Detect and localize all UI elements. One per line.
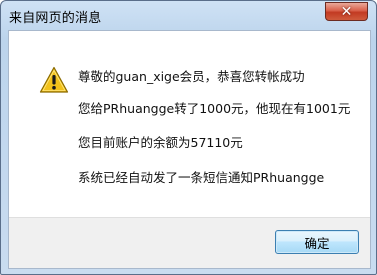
- close-icon: ✕: [340, 3, 353, 20]
- alert-dialog-window: 来自网页的消息 ✕ 尊敬的guan_xige会员，恭喜您转帐成功 您给PRhua…: [0, 0, 377, 275]
- button-bar: 确定: [9, 217, 370, 268]
- message-line-4: 系统已经自动发了一条短信通知PRhuangge: [78, 170, 325, 185]
- ok-button[interactable]: 确定: [275, 230, 359, 254]
- message-line-1: 尊敬的guan_xige会员，恭喜您转帐成功: [78, 69, 305, 84]
- dialog-title: 来自网页的消息: [9, 11, 102, 26]
- dialog-body: 尊敬的guan_xige会员，恭喜您转帐成功 您给PRhuangge转了1000…: [8, 30, 371, 269]
- message-line-2: 您给PRhuangge转了1000元，他现在有1001元: [78, 101, 351, 116]
- warning-icon: [39, 66, 69, 93]
- message-line-3: 您目前账户的余额为57110元: [78, 135, 243, 150]
- title-bar[interactable]: 来自网页的消息 ✕: [1, 1, 376, 29]
- close-button[interactable]: ✕: [325, 2, 368, 21]
